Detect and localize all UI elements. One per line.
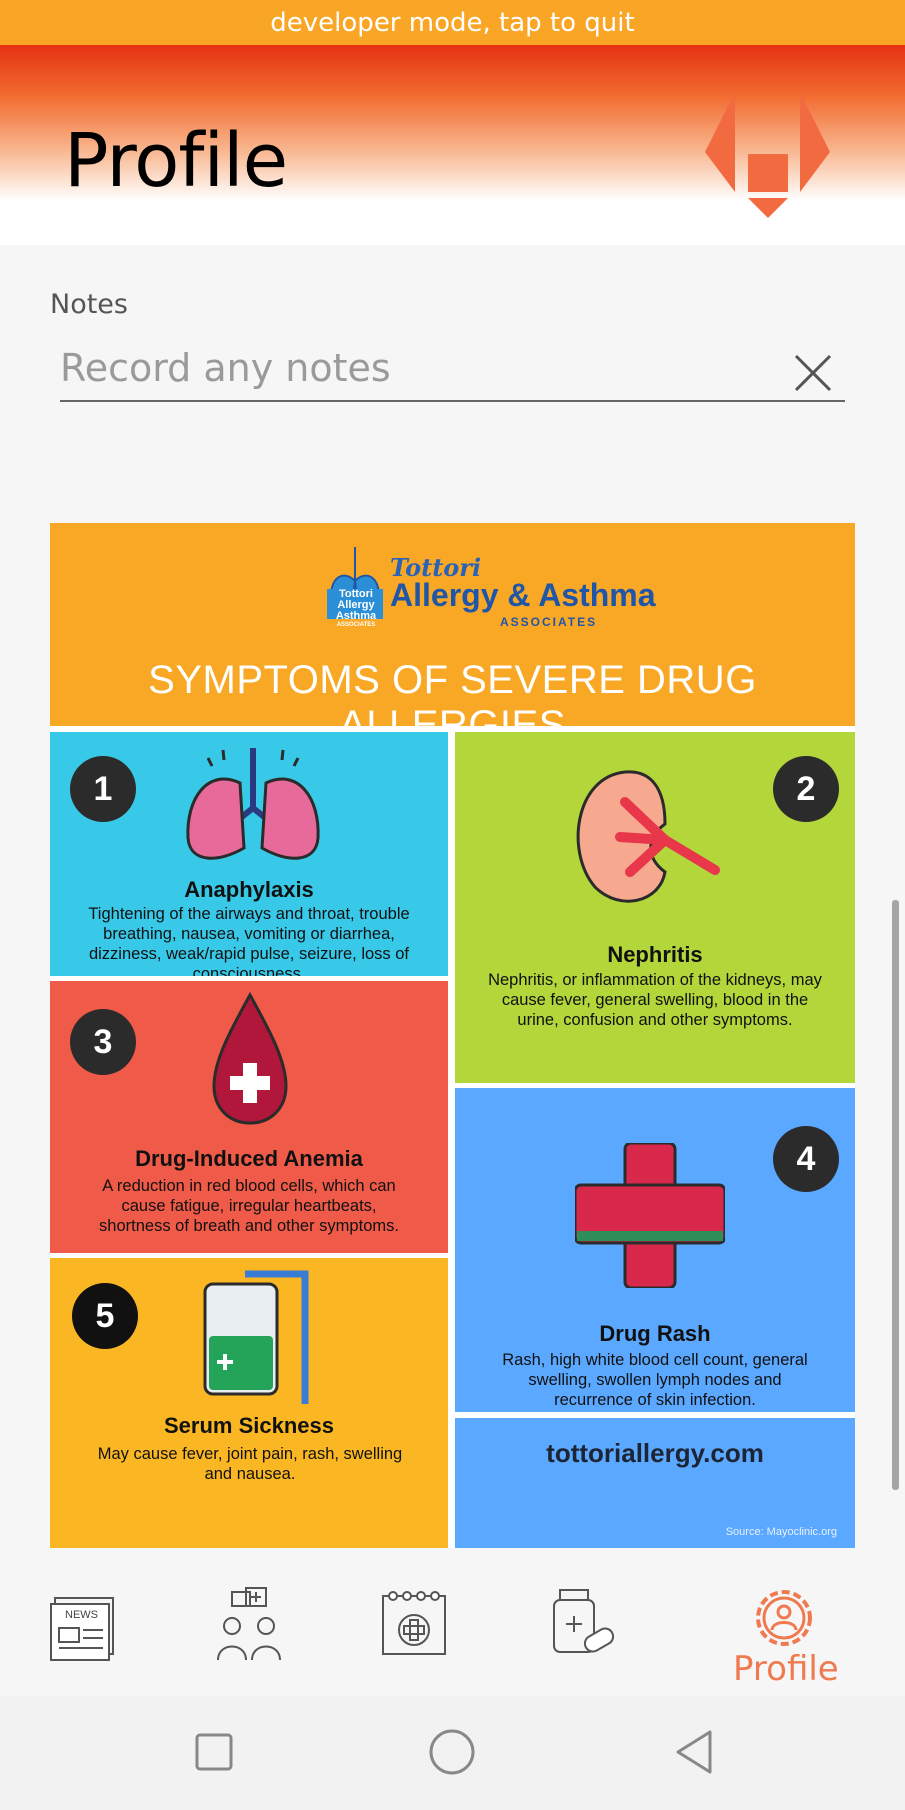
bottom-navigation: NEWS Profile	[0, 1556, 905, 1696]
kidney-icon	[576, 770, 720, 903]
page-title: Profile	[64, 118, 288, 204]
symptom-tile-2: 2 Nephritis Nephritis, or inflammation o…	[455, 732, 855, 1083]
nav-profile[interactable]	[744, 1578, 824, 1658]
iv-bag-icon	[203, 1270, 309, 1404]
profile-gear-icon	[756, 1590, 812, 1646]
symptom-title: Nephritis	[607, 942, 703, 967]
logo-text-line: Asthma	[335, 610, 377, 622]
symptom-description: Rash, high white blood cell count, gener…	[502, 1351, 808, 1409]
number-badge: 5	[72, 1283, 138, 1349]
nav-medication[interactable]	[540, 1586, 620, 1666]
developer-mode-banner[interactable]: developer mode, tap to quit	[0, 0, 905, 45]
symptom-description: May cause fever, joint pain, rash, swell…	[97, 1445, 403, 1483]
brand-line-3: ASSOCIATES	[500, 615, 598, 629]
number-badge: 2	[773, 756, 839, 822]
symptom-description: Nephritis, or inflammation of the kidney…	[488, 971, 822, 1029]
system-navigation-bar	[0, 1696, 905, 1810]
infographic-header: Tottori Allergy Asthma ASSOCIATES Tottor…	[50, 523, 855, 726]
number-badge: 4	[773, 1126, 839, 1192]
logo-text-line: ASSOCIATES	[336, 622, 376, 628]
symptom-tile-1: 1 Anaphylaxis Tightening of the airways …	[50, 732, 448, 976]
back-icon[interactable]	[670, 1726, 722, 1778]
news-icon	[50, 1597, 114, 1661]
website-link[interactable]: tottoriallergy.com	[455, 1438, 855, 1469]
allergy-infographic: Tottori Allergy Asthma ASSOCIATES Tottor…	[50, 523, 855, 1548]
symptom-tile-3: 3 Drug-Induced Anemia A reduction in red…	[50, 981, 448, 1253]
symptom-title: Drug Rash	[599, 1321, 711, 1346]
clear-icon[interactable]	[790, 350, 836, 396]
doctors-icon	[217, 1587, 281, 1661]
nav-doctors[interactable]	[210, 1586, 290, 1666]
medication-icon	[553, 1589, 615, 1653]
infographic-headline: SYMPTOMS OF SEVERE DRUG ALLERGIES	[148, 658, 757, 726]
notes-field	[60, 340, 845, 402]
nav-profile-label[interactable]: Profile	[733, 1649, 839, 1689]
scrollbar[interactable]	[892, 900, 899, 1490]
symptom-title: Drug-Induced Anemia	[135, 1146, 363, 1171]
recents-icon[interactable]	[188, 1726, 240, 1778]
number-badge: 1	[70, 756, 136, 822]
brand-line-2: Allergy & Asthma	[390, 577, 656, 613]
news-icon-label: NEWS	[65, 1609, 98, 1621]
website-tile: tottoriallergy.com Source: Mayoclinic.or…	[455, 1418, 855, 1548]
brand-logo-text: Tottori Allergy Asthma ASSOCIATES	[328, 589, 384, 629]
symptom-description: A reduction in red blood cells, which ca…	[99, 1177, 399, 1235]
calendar-icon	[382, 1591, 446, 1655]
source-credit: Source: Mayoclinic.org	[725, 1526, 837, 1538]
medical-cross-icon	[575, 1143, 725, 1288]
symptom-tile-4: 4 Drug Rash Rash, high white blood cell …	[455, 1088, 855, 1412]
symptom-title: Anaphylaxis	[184, 877, 314, 902]
nav-news[interactable]: NEWS	[45, 1586, 125, 1666]
blood-drop-icon	[212, 991, 288, 1125]
nav-appointments[interactable]	[375, 1586, 455, 1666]
notes-label: Notes	[50, 289, 128, 320]
symptom-tile-5: 5 Serum Sickness May cause fever, joint …	[50, 1258, 448, 1548]
notes-input[interactable]	[60, 340, 760, 396]
home-icon[interactable]	[426, 1726, 478, 1778]
symptom-description: Tightening of the airways and throat, tr…	[88, 905, 410, 976]
number-badge: 3	[70, 1009, 136, 1075]
symptom-title: Serum Sickness	[164, 1413, 334, 1438]
lungs-icon	[186, 748, 320, 860]
app-logo-icon	[705, 92, 830, 218]
